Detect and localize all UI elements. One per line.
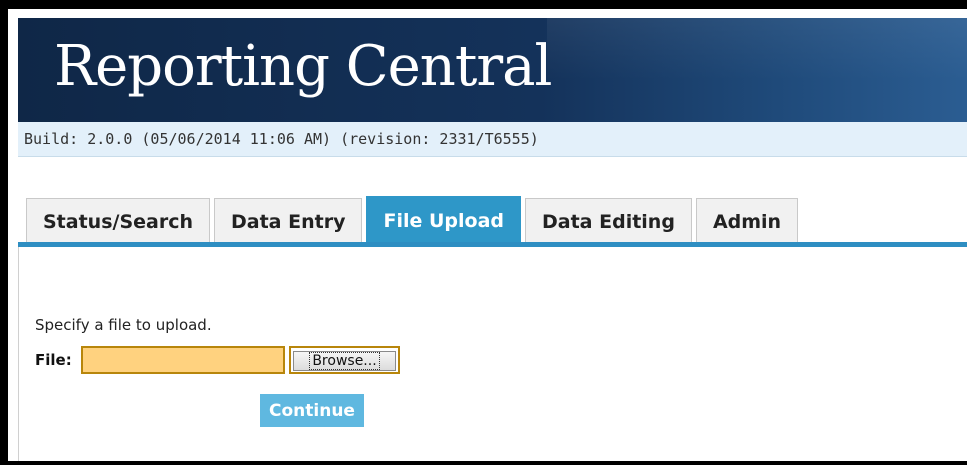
tab-admin[interactable]: Admin <box>695 198 799 244</box>
build-info-bar: Build: 2.0.0 (05/06/2014 11:06 AM) (revi… <box>18 122 967 157</box>
content-left-border <box>18 247 19 461</box>
continue-button[interactable]: Continue <box>260 394 364 427</box>
browse-button-focus-ring: Browse... <box>289 346 400 374</box>
banner-glow <box>547 18 967 122</box>
app-title: Reporting Central <box>54 34 552 99</box>
main-tabs: Status/Search Data Entry File Upload Dat… <box>26 196 799 244</box>
screenshot-frame: Reporting Central Build: 2.0.0 (05/06/20… <box>0 0 967 465</box>
page: Reporting Central Build: 2.0.0 (05/06/20… <box>18 18 967 461</box>
tab-data-entry[interactable]: Data Entry <box>214 198 363 244</box>
tab-status-search[interactable]: Status/Search <box>26 198 210 244</box>
upload-instruction: Specify a file to upload. <box>35 316 212 334</box>
tab-underline <box>18 242 967 247</box>
browse-button-label: Browse... <box>309 352 380 370</box>
file-label: File: <box>35 351 72 369</box>
header-banner: Reporting Central <box>18 18 967 122</box>
tab-file-upload[interactable]: File Upload <box>366 196 521 244</box>
tab-data-editing[interactable]: Data Editing <box>525 198 692 244</box>
file-path-input[interactable] <box>81 346 285 374</box>
build-info: Build: 2.0.0 (05/06/2014 11:06 AM) (revi… <box>24 130 539 148</box>
browse-button[interactable]: Browse... <box>293 351 396 371</box>
